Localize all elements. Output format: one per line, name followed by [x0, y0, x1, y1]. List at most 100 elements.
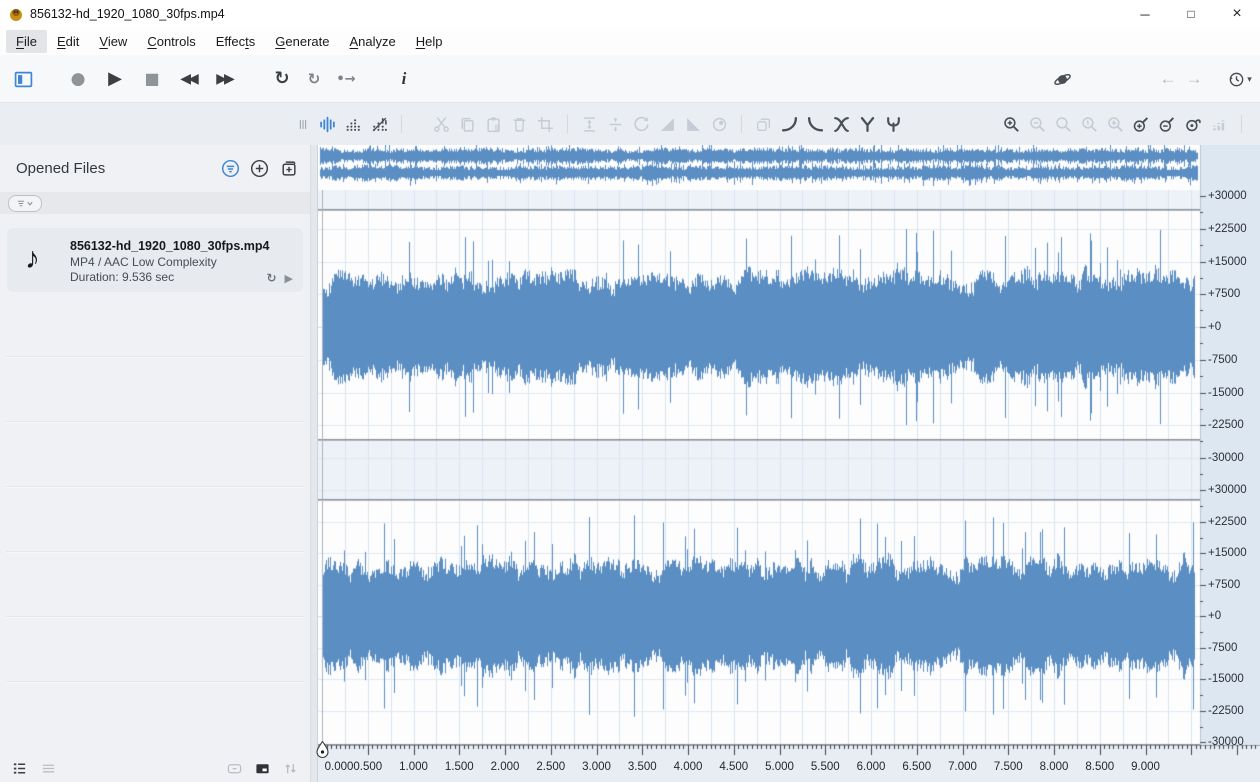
vertical-zoom-reset-icon[interactable]: [1185, 116, 1202, 133]
forward-arrow-icon: →: [1185, 69, 1203, 88]
menu-item-controls[interactable]: Controls: [137, 30, 205, 53]
vertical-zoom-in-icon[interactable]: [1133, 116, 1150, 133]
add-group-button-icon[interactable]: [279, 159, 298, 178]
normalize-icon[interactable]: [607, 116, 624, 133]
sort-files-icon[interactable]: [283, 761, 298, 776]
close-button[interactable]: ×: [1214, 0, 1260, 28]
reverse-icon[interactable]: [633, 116, 650, 133]
skip-forward-button[interactable]: ▶▶: [209, 55, 239, 103]
trim-icon[interactable]: [537, 116, 554, 133]
crossfade-icon[interactable]: [833, 116, 850, 133]
menu-item-analyze[interactable]: Analyze: [339, 30, 405, 53]
sidebar-header: Opened Files: [0, 145, 310, 192]
amplitude-tick-label: +0: [1208, 610, 1222, 622]
info-button[interactable]: i: [392, 55, 416, 103]
menu-item-help[interactable]: Help: [406, 30, 453, 53]
title-bar: 856132-hd_1920_1080_30fps.mp4 ─ □ ×: [0, 0, 1260, 28]
menu-item-effects[interactable]: Effects: [206, 30, 266, 53]
navigate-forward-button[interactable]: →: [1181, 55, 1207, 103]
menu-item-edit[interactable]: Edit: [47, 30, 89, 53]
window-controls: ─ □ ×: [1122, 0, 1260, 28]
navigate-back-button[interactable]: ←: [1155, 55, 1181, 103]
paste-icon[interactable]: [485, 116, 502, 133]
skip-back-button[interactable]: ◀◀: [173, 55, 203, 103]
loop-button[interactable]: ↻: [268, 55, 296, 103]
menu-item-view[interactable]: View: [89, 30, 137, 53]
zoom-in-icon[interactable]: [1003, 116, 1020, 133]
delete-icon[interactable]: [511, 116, 528, 133]
play-icon: ▶: [108, 68, 122, 89]
window-title: 856132-hd_1920_1080_30fps.mp4: [30, 7, 225, 21]
toolbar-drag-handle-icon[interactable]: [296, 116, 310, 133]
file-list-row-separator: [6, 616, 304, 617]
spectrogram-view-button-icon[interactable]: [345, 116, 362, 133]
opened-files-sidebar: Opened Files ♪ 856132-hd_1920_1080_30fps…: [0, 145, 310, 782]
sidebar-toggle-button[interactable]: [8, 55, 38, 103]
file-list-row-separator: [6, 356, 304, 357]
time-tick-label: 1.500: [444, 761, 474, 773]
play-button[interactable]: ▶: [101, 55, 129, 103]
level-meter-icon[interactable]: [1211, 116, 1228, 133]
time-tick-label: 6.000: [856, 761, 886, 773]
time-tick-label: 5.500: [810, 761, 840, 773]
curve-fade-out-icon[interactable]: [807, 116, 824, 133]
filter-dropdown-button[interactable]: [8, 194, 42, 212]
toolbar-separator: [741, 115, 742, 133]
amplitude-tick-label: +15000: [1208, 547, 1247, 559]
playhead-marker[interactable]: [316, 741, 329, 760]
copy-icon[interactable]: [459, 116, 476, 133]
duplicate-icon[interactable]: [755, 116, 772, 133]
thumbnail-view-icon[interactable]: [255, 761, 270, 776]
merge-channels-icon[interactable]: [885, 116, 902, 133]
loop-selection-button[interactable]: ↻: [300, 55, 328, 103]
fade-in-icon[interactable]: [659, 116, 676, 133]
add-file-button-icon[interactable]: [250, 159, 269, 178]
waveform-canvas[interactable]: [318, 145, 1260, 782]
filter-files-button-icon[interactable]: [221, 159, 240, 178]
maximize-button[interactable]: □: [1168, 0, 1214, 28]
time-tick-label: 2.500: [536, 761, 566, 773]
file-format: MP4 / AAC Low Complexity: [70, 255, 217, 269]
amplify-icon[interactable]: [581, 116, 598, 133]
info-icon: i: [401, 69, 407, 88]
curve-fade-in-icon[interactable]: [781, 116, 798, 133]
zoom-selection-icon[interactable]: [1055, 116, 1072, 133]
minimized-view-icon[interactable]: [227, 761, 242, 776]
fast-forward-icon: ▶▶: [216, 71, 234, 87]
list-view-icon[interactable]: [12, 761, 27, 776]
file-play-icon[interactable]: ▶: [285, 272, 293, 285]
zoom-one-to-one-icon[interactable]: [1081, 116, 1098, 133]
record-button[interactable]: ●: [64, 55, 92, 103]
monitor-button[interactable]: [1048, 55, 1076, 103]
history-button[interactable]: ▾: [1222, 55, 1258, 103]
amplitude-tick-label: +7500: [1208, 288, 1241, 301]
combined-view-button-icon[interactable]: [371, 116, 388, 133]
effect-icon[interactable]: [711, 116, 728, 133]
file-loop-icon[interactable]: ↻: [266, 271, 276, 285]
zoom-out-icon[interactable]: [1029, 116, 1046, 133]
split-channels-icon[interactable]: [859, 116, 876, 133]
cut-icon[interactable]: [433, 116, 450, 133]
vertical-zoom-out-icon[interactable]: [1159, 116, 1176, 133]
minimize-button[interactable]: ─: [1122, 0, 1168, 28]
play-selection-button[interactable]: •→: [332, 55, 360, 103]
zoom-fit-icon[interactable]: [1107, 116, 1124, 133]
compact-view-icon[interactable]: [41, 761, 56, 776]
amplitude-tick-label: -30000: [1208, 736, 1244, 748]
fade-out-icon[interactable]: [685, 116, 702, 133]
sidebar-splitter[interactable]: [310, 145, 318, 782]
waveform-view-button-icon[interactable]: [319, 116, 336, 133]
time-tick-label: 5.000: [765, 761, 794, 773]
time-tick-label: 7.500: [993, 761, 1023, 773]
toolbar-separator: [1241, 115, 1242, 133]
menu-item-generate[interactable]: Generate: [265, 30, 339, 53]
record-icon: ●: [70, 68, 86, 89]
file-list-item[interactable]: ♪ 856132-hd_1920_1080_30fps.mp4 MP4 / AA…: [7, 228, 303, 292]
minimize-icon: ─: [1140, 6, 1150, 22]
loop-selection-icon: ↻: [307, 69, 321, 88]
time-tick-label: 3.500: [627, 761, 657, 773]
file-list-row-separator: [6, 486, 304, 487]
menu-item-file[interactable]: File: [6, 30, 47, 53]
stop-button[interactable]: ■: [138, 55, 166, 103]
back-arrow-icon: ←: [1159, 69, 1177, 88]
